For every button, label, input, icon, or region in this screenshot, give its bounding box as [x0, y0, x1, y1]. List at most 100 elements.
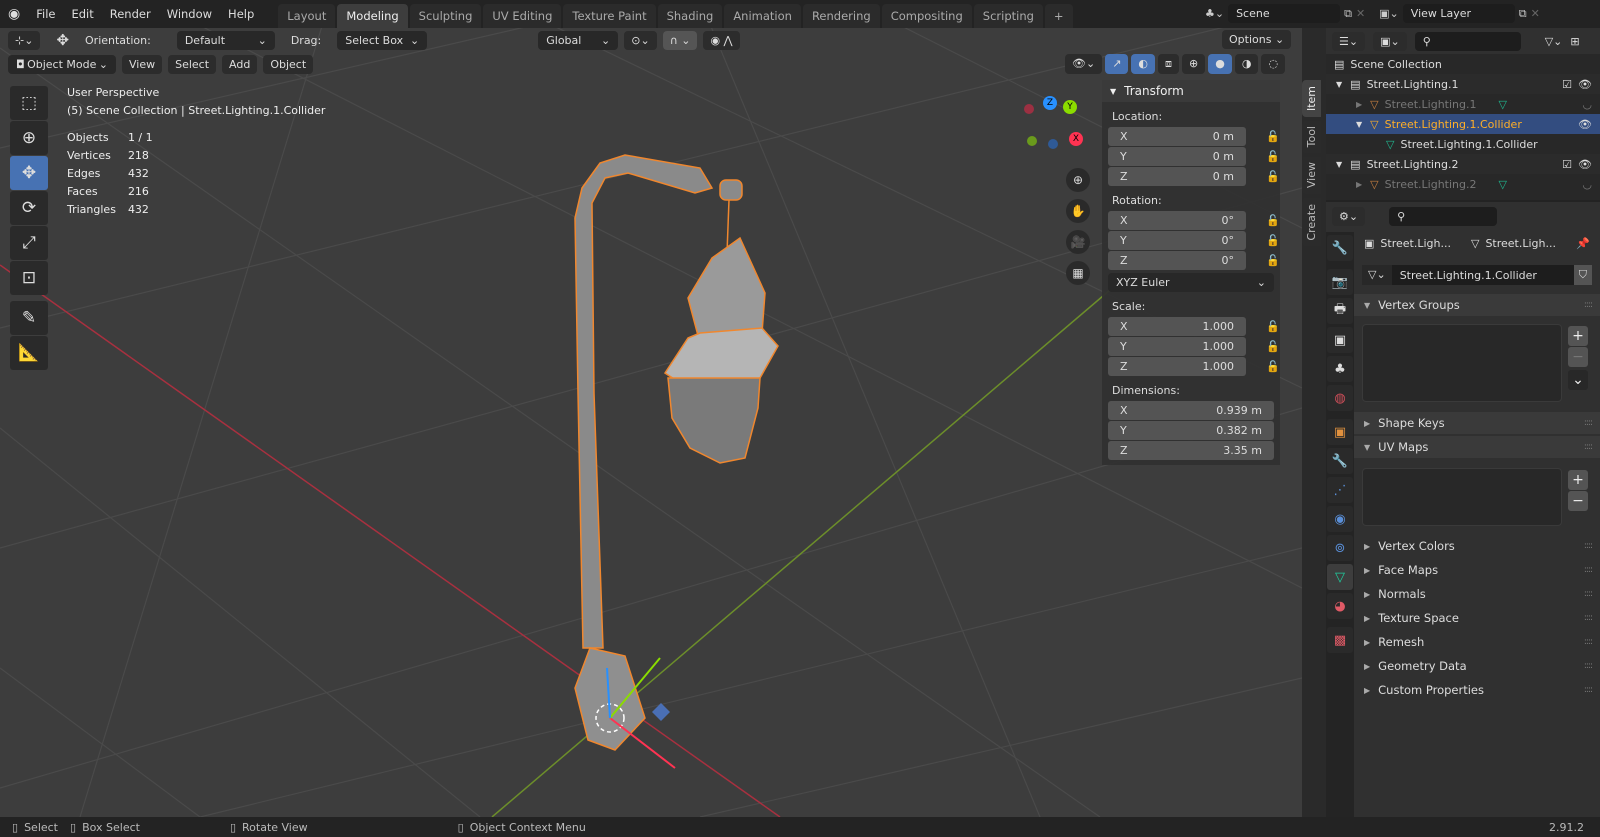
tab-rendering[interactable]: Rendering: [802, 4, 880, 28]
outliner-row[interactable]: ▶ ▽ Street.Lighting.1 ▽ ◡: [1326, 94, 1600, 114]
modifier-tab-icon[interactable]: 🔧: [1327, 448, 1353, 474]
properties-search-input[interactable]: ⚲: [1389, 206, 1498, 226]
gizmo-z[interactable]: Z: [1043, 96, 1057, 110]
physics-tab-icon[interactable]: ◉: [1327, 506, 1353, 532]
scene-tab-icon[interactable]: ♣: [1327, 356, 1353, 382]
section-normals[interactable]: ▶ Normals::::: [1354, 583, 1600, 605]
new-collection-icon[interactable]: ⊞: [1570, 35, 1579, 48]
lock-icon[interactable]: 🔓: [1266, 340, 1280, 353]
menu-object[interactable]: Object: [263, 54, 314, 74]
camera-icon[interactable]: 🎥: [1066, 230, 1090, 254]
menu-render[interactable]: Render: [102, 7, 159, 21]
outliner-row[interactable]: ▼ ▤ Street.Lighting.1 ☑ 👁: [1326, 74, 1600, 94]
tab-compositing[interactable]: Compositing: [881, 4, 972, 28]
scale-y-field[interactable]: Y 1.000: [1108, 337, 1246, 356]
gizmo-neg-x[interactable]: [1024, 104, 1034, 114]
gizmo-neg-z[interactable]: [1048, 139, 1058, 149]
constraints-tab-icon[interactable]: ⊚: [1327, 535, 1353, 561]
mesh-name-field[interactable]: Street.Lighting.1.Collider: [1392, 269, 1574, 282]
rotation-y-field[interactable]: Y 0°: [1108, 231, 1246, 250]
section-remesh[interactable]: ▶ Remesh::::: [1354, 631, 1600, 653]
mesh-browse-icon[interactable]: ▽⌄: [1362, 265, 1392, 285]
dimensions-x-field[interactable]: X 0.939 m: [1108, 401, 1274, 420]
gizmo-y[interactable]: Y: [1063, 100, 1077, 114]
world-tab-icon[interactable]: ◍: [1327, 385, 1353, 411]
section-vertex-groups[interactable]: ▼ Vertex Groups::::: [1354, 294, 1600, 316]
tab-shading[interactable]: Shading: [657, 4, 723, 28]
section-shape-keys[interactable]: ▶ Shape Keys::::: [1354, 412, 1600, 434]
menu-edit[interactable]: Edit: [63, 7, 101, 21]
section-vertex-colors[interactable]: ▶ Vertex Colors::::: [1354, 535, 1600, 557]
solid-shading-icon[interactable]: ●: [1208, 54, 1232, 74]
scene-selector[interactable]: Scene: [1228, 4, 1341, 23]
menu-select[interactable]: Select: [168, 54, 217, 74]
delete-scene-icon[interactable]: ✕: [1356, 7, 1365, 20]
particles-tab-icon[interactable]: ⋰: [1327, 477, 1353, 503]
transform-pivot-icon[interactable]: ⊹⌄: [8, 30, 41, 50]
lock-icon[interactable]: 🔓: [1266, 320, 1280, 333]
perspective-grid-icon[interactable]: ▦: [1066, 261, 1090, 285]
tab-modeling[interactable]: Modeling: [337, 4, 408, 28]
view-layer-filter-icon[interactable]: ▣⌄: [1373, 31, 1407, 51]
tab-texture-paint[interactable]: Texture Paint: [563, 4, 656, 28]
outliner-row[interactable]: ▽ Street.Lighting.1.Collider: [1326, 134, 1600, 154]
delete-view-layer-icon[interactable]: ✕: [1531, 7, 1540, 20]
vertex-group-specials-button[interactable]: ⌄: [1568, 370, 1588, 390]
lock-icon[interactable]: 🔓: [1266, 234, 1280, 247]
scale-tool-icon[interactable]: ⤢: [10, 226, 48, 260]
scene-icon[interactable]: ♣⌄: [1205, 7, 1224, 20]
checkbox-icon[interactable]: ☑: [1562, 78, 1572, 91]
rendered-shading-icon[interactable]: ◌: [1261, 54, 1286, 74]
wireframe-shading-icon[interactable]: ⊕: [1182, 54, 1206, 74]
move-tool-button-icon[interactable]: ✥: [10, 156, 48, 190]
lock-icon[interactable]: 🔓: [1266, 150, 1280, 163]
section-texture-space[interactable]: ▶ Texture Space::::: [1354, 607, 1600, 629]
location-x-field[interactable]: X 0 m: [1108, 127, 1246, 146]
drag-dropdown[interactable]: Select Box ⌄: [337, 30, 428, 50]
object-tab-icon[interactable]: ▣: [1327, 419, 1353, 445]
remove-uv-map-button[interactable]: −: [1568, 491, 1588, 511]
cursor-tool-icon[interactable]: ⊕: [10, 121, 48, 155]
add-vertex-group-button[interactable]: +: [1568, 326, 1588, 346]
section-face-maps[interactable]: ▶ Face Maps::::: [1354, 559, 1600, 581]
outliner-row[interactable]: ▼ ▤ Street.Lighting.2 ☑ 👁: [1326, 154, 1600, 174]
output-tab-icon[interactable]: 🖶: [1327, 298, 1353, 324]
material-shading-icon[interactable]: ◑: [1234, 54, 1259, 74]
scale-x-field[interactable]: X 1.000: [1108, 317, 1246, 336]
outliner-row[interactable]: ▶ ▽ Street.Lighting.2 ▽ ◡: [1326, 174, 1600, 194]
options-dropdown[interactable]: Options ⌄: [1222, 30, 1292, 49]
scale-z-field[interactable]: Z 1.000: [1108, 357, 1246, 376]
section-uv-maps[interactable]: ▼ UV Maps::::: [1354, 436, 1600, 458]
visibility-icon[interactable]: 👁⌄: [1065, 54, 1103, 74]
add-uv-map-button[interactable]: +: [1568, 470, 1588, 490]
tab-layout[interactable]: Layout: [278, 4, 336, 28]
lock-icon[interactable]: 🔓: [1266, 214, 1280, 227]
transform-tool-icon[interactable]: ⊡: [10, 261, 48, 295]
sidebar-tab-create[interactable]: Create: [1302, 197, 1321, 247]
transform-orientation-dropdown[interactable]: Global ⌄: [538, 30, 619, 50]
render-tab-icon[interactable]: 📷: [1327, 269, 1353, 295]
location-z-field[interactable]: Z 0 m: [1108, 167, 1246, 186]
material-tab-icon[interactable]: ◕: [1327, 593, 1353, 619]
tab-uv-editing[interactable]: UV Editing: [483, 4, 562, 28]
sidebar-tab-item[interactable]: Item: [1302, 80, 1321, 118]
rotate-tool-icon[interactable]: ⟳: [10, 191, 48, 225]
editor-type-icon[interactable]: ⚙⌄: [1332, 206, 1366, 226]
dimensions-y-field[interactable]: Y 0.382 m: [1108, 421, 1274, 440]
gizmo-x[interactable]: X: [1069, 132, 1083, 146]
measure-tool-icon[interactable]: 📐: [10, 336, 48, 370]
select-box-tool-icon[interactable]: ⬚: [10, 86, 48, 120]
dimensions-z-field[interactable]: Z 3.35 m: [1108, 441, 1274, 460]
menu-add[interactable]: Add: [222, 54, 258, 74]
pin-icon[interactable]: 📌: [1576, 237, 1590, 250]
blender-logo-icon[interactable]: ◉: [0, 6, 28, 22]
lock-icon[interactable]: 🔓: [1266, 130, 1280, 143]
vertex-groups-list[interactable]: [1362, 324, 1562, 402]
snap-icon[interactable]: ∩ ⌄: [662, 30, 698, 50]
copy-view-layer-icon[interactable]: ⧉: [1519, 7, 1527, 21]
pivot-point-icon[interactable]: ⊙⌄: [624, 30, 657, 50]
zoom-icon[interactable]: ⊕: [1066, 168, 1090, 192]
tool-tab-icon[interactable]: 🔧: [1327, 235, 1353, 261]
outliner-row-selected[interactable]: ▼ ▽ Street.Lighting.1.Collider 👁: [1326, 114, 1600, 134]
hidden-eye-icon[interactable]: ◡: [1582, 178, 1592, 191]
